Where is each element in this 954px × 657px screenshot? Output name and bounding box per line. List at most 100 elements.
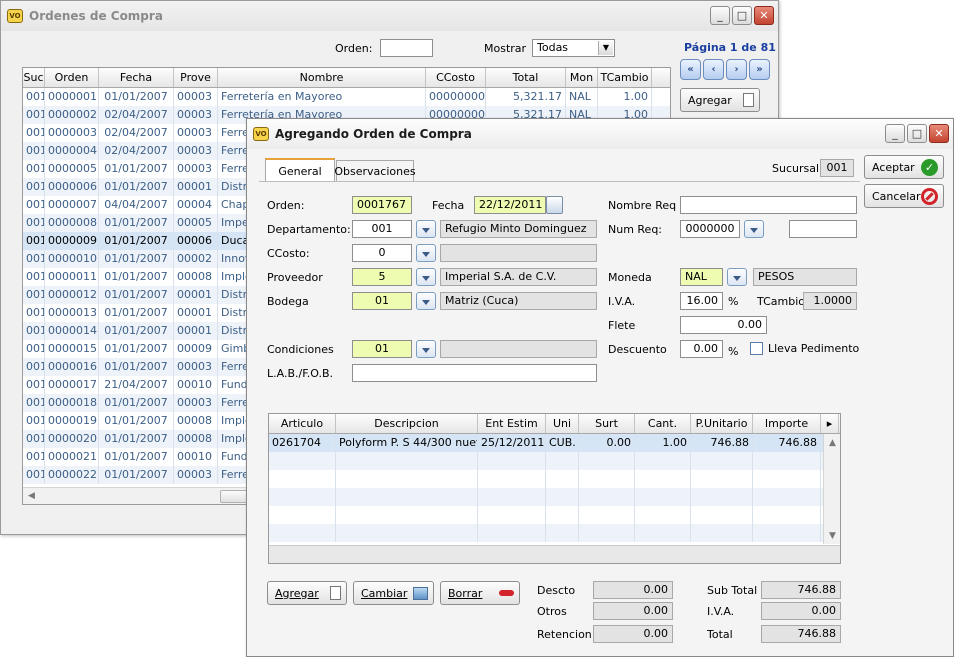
column-header[interactable]: Surt [579,414,635,433]
nombre-req-field[interactable] [680,196,857,214]
table-row[interactable]: 001 0000001 01/01/2007 00003 Ferretería en M… [23,88,670,106]
column-header[interactable]: Importe [753,414,821,433]
iva-field[interactable]: 16.00 [680,292,723,310]
subtotal-label: Sub Total [707,584,758,597]
proveedor-dropdown[interactable] [416,268,436,286]
list-item[interactable] [269,452,840,470]
fecha-field[interactable]: 22/12/2011 [474,196,546,214]
iva-label: I.V.A. [608,295,636,308]
list-item[interactable] [269,524,840,542]
table-cell [336,506,478,524]
bodega-dropdown[interactable] [416,292,436,310]
flete-label: Flete [608,319,636,332]
column-header[interactable]: Mon [566,68,598,87]
nav-last-button[interactable]: » [749,59,770,80]
mostrar-select[interactable]: Todas ▼ [532,39,615,57]
moneda-code-field[interactable]: NAL [680,268,723,286]
table-cell: 001 [23,232,45,250]
cambiar-item-button[interactable]: Cambiar [353,581,434,605]
column-header[interactable]: Total [486,68,566,87]
aceptar-button[interactable]: Aceptar ✓ [864,155,944,179]
items-vertical-scrollbar[interactable]: ▲ ▼ [823,434,840,544]
departamento-dropdown[interactable] [416,220,436,238]
otros-label: Otros [537,605,567,618]
table-cell [691,488,753,506]
moneda-dropdown[interactable] [727,268,747,286]
column-header[interactable]: TCambio [598,68,652,87]
column-header[interactable]: Prove [174,68,218,87]
minimize-button[interactable]: _ [710,6,730,25]
table-cell: 001 [23,322,45,340]
scroll-down-icon[interactable]: ▼ [824,527,840,544]
scroll-up-icon[interactable]: ▲ [824,434,840,451]
list-item[interactable]: 0261704 Polyform P. S 44/300 nuevo 25/12/2… [269,434,840,452]
maximize-button[interactable]: □ [907,124,927,143]
num-req-extra-field[interactable] [789,220,857,238]
column-header[interactable]: Ent Estim [478,414,546,433]
ordenes-titlebar[interactable]: VO Ordenes de Compra _ □ ✕ [1,1,778,31]
lab-fob-field[interactable] [352,364,597,382]
ordenes-title: Ordenes de Compra [29,9,163,23]
tab-general[interactable]: General [265,158,335,182]
close-icon: ✕ [759,9,769,22]
calendar-icon[interactable] [546,196,563,214]
ccosto-dropdown[interactable] [416,244,436,262]
departamento-code-field[interactable]: 001 [352,220,412,238]
ccosto-code-field[interactable]: 0 [352,244,412,262]
tab-observaciones[interactable]: Observaciones [334,160,416,182]
sucursal-label: Sucursal [772,162,820,175]
agregando-titlebar[interactable]: VO Agregando Orden de Compra _ □ ✕ [247,119,953,149]
scroll-left-icon[interactable]: ◀ [23,488,40,505]
nav-prev-button[interactable]: ‹ [703,59,724,80]
close-button[interactable]: ✕ [929,124,949,143]
bodega-label: Bodega [267,295,309,308]
borrar-item-button[interactable]: Borrar [440,581,520,605]
column-header[interactable]: CCosto [426,68,486,87]
iva-total-value: 0.00 [761,602,841,620]
agregar-orden-button[interactable]: Agregar [680,88,760,112]
column-header[interactable]: Cant. [635,414,691,433]
minimize-button[interactable]: _ [885,124,905,143]
list-item[interactable] [269,470,840,488]
maximize-button[interactable]: □ [732,6,752,25]
lleva-pedimento-checkbox[interactable] [750,342,763,355]
flete-field[interactable]: 0.00 [680,316,767,334]
num-req-dropdown[interactable] [744,220,764,238]
table-cell: 00008 [174,430,218,448]
condiciones-dropdown[interactable] [416,340,436,358]
table-cell: 01/01/2007 [99,250,174,268]
column-header[interactable]: Suc [23,68,45,87]
column-header[interactable]: Fecha [99,68,174,87]
maximize-icon: □ [736,9,748,22]
table-cell: 00003 [174,106,218,124]
orden-field[interactable]: 0001767 [352,196,412,214]
departamento-label: Departamento: [267,223,351,236]
table-cell [691,470,753,488]
column-header[interactable]: Descripcion [336,414,478,433]
bodega-code-field[interactable]: 01 [352,292,412,310]
cancelar-button[interactable]: Cancelar [864,184,944,208]
nav-next-button[interactable]: › [726,59,747,80]
column-header[interactable]: Uni [546,414,579,433]
table-cell: 00003 [174,88,218,106]
table-cell: 00010 [174,448,218,466]
column-header[interactable]: P.Unitario [691,414,753,433]
table-cell: 0000003 [45,124,99,142]
agregar-item-button[interactable]: Agregar [267,581,347,605]
orden-filter-input[interactable] [380,39,433,57]
close-button[interactable]: ✕ [754,6,774,25]
table-cell: 001 [23,106,45,124]
list-item[interactable] [269,488,840,506]
condiciones-code-field[interactable]: 01 [352,340,412,358]
descuento-field[interactable]: 0.00 [680,340,723,358]
column-header[interactable]: Articulo [269,414,336,433]
items-grid-footer [269,545,840,563]
num-req-field[interactable]: 0000000 [680,220,740,238]
proveedor-code-field[interactable]: 5 [352,268,412,286]
chevron-right-icon[interactable]: ▸ [821,414,839,433]
items-grid[interactable]: Articulo Descripcion Ent Estim Uni Surt Cant.… [268,413,841,564]
nav-first-button[interactable]: « [680,59,701,80]
column-header[interactable]: Nombre [218,68,426,87]
column-header[interactable]: Orden [45,68,99,87]
list-item[interactable] [269,506,840,524]
